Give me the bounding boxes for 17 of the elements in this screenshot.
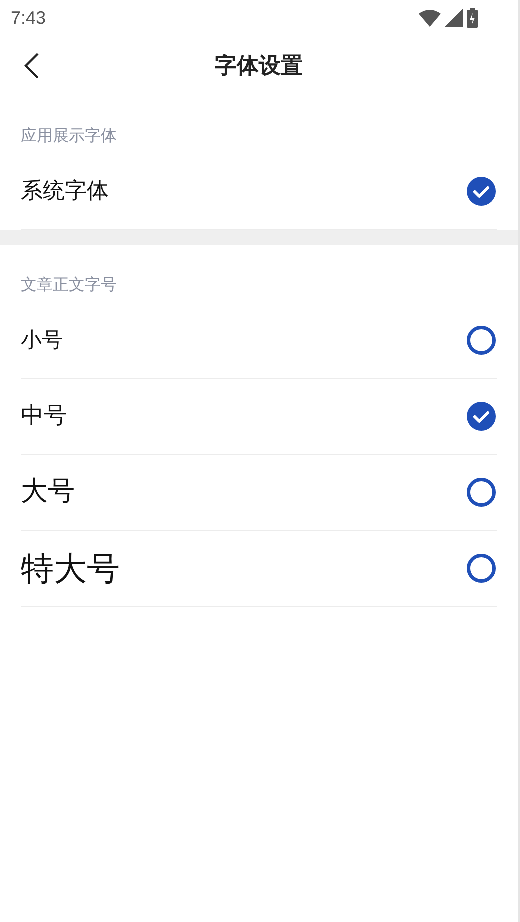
option-label: 特大号 [21, 548, 120, 590]
page-title: 字体设置 [215, 52, 303, 80]
wifi-icon [419, 10, 441, 26]
option-row[interactable]: 小号 [21, 303, 497, 379]
option-label: 大号 [21, 475, 75, 510]
back-icon [24, 53, 40, 79]
option-row[interactable]: 特大号 [21, 531, 497, 607]
battery-icon [467, 8, 478, 28]
option-label: 中号 [21, 402, 67, 432]
option-row[interactable]: 大号 [21, 455, 497, 531]
option-row[interactable]: 中号 [21, 379, 497, 455]
status-time: 7:43 [11, 6, 46, 30]
section-label: 应用展示字体 [21, 126, 117, 145]
option-label: 系统字体 [21, 178, 109, 206]
option-label: 小号 [21, 326, 63, 354]
signal-icon [445, 9, 463, 27]
section-label: 文章正文字号 [21, 275, 117, 294]
